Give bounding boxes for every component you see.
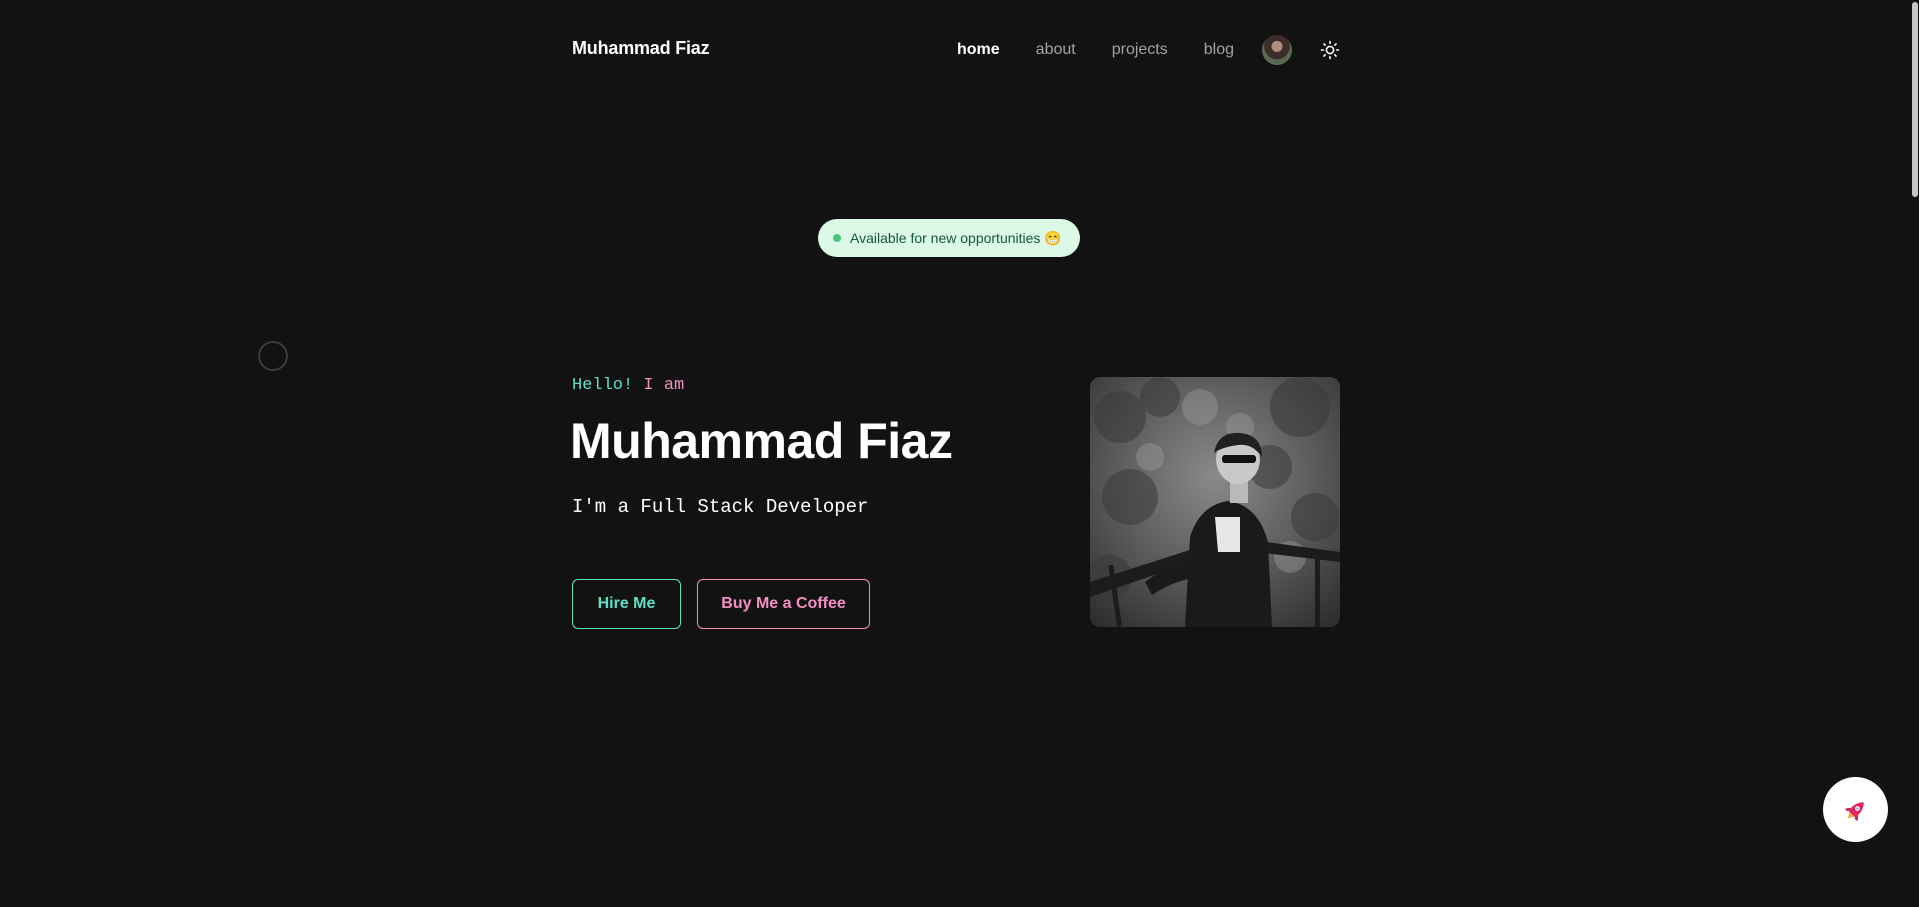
hero-role: I'm a Full Stack Developer (572, 496, 869, 518)
hero-name: Muhammad Fiaz (570, 413, 953, 469)
scroll-to-top-button[interactable] (1823, 777, 1888, 842)
profile-photo (1090, 377, 1340, 627)
page: Muhammad Fiaz home about projects blog A… (0, 0, 1919, 907)
page-scrollbar[interactable] (1911, 0, 1919, 907)
user-avatar[interactable] (1262, 35, 1292, 65)
nav-link-projects[interactable]: projects (1112, 41, 1168, 59)
greeting-i-am: I am (633, 376, 685, 395)
cursor-follower-circle (258, 341, 288, 371)
hero-greeting: Hello! I am (572, 376, 684, 395)
brand-logo[interactable]: Muhammad Fiaz (572, 38, 710, 59)
greeting-hello: Hello! (572, 376, 634, 395)
availability-text: Available for new opportunities 😁 (850, 229, 1062, 246)
rocket-icon (1844, 801, 1864, 821)
nav-links: home about projects blog (957, 30, 1340, 70)
nav-link-blog[interactable]: blog (1204, 41, 1234, 59)
nav-link-about[interactable]: about (1036, 41, 1076, 59)
status-dot-icon (833, 234, 841, 242)
hire-me-button[interactable]: Hire Me (572, 579, 681, 629)
profile-photo-illustration (1090, 377, 1340, 627)
scrollbar-thumb[interactable] (1912, 2, 1918, 197)
top-navigation: Muhammad Fiaz home about projects blog (572, 30, 1340, 70)
buy-me-a-coffee-button[interactable]: Buy Me a Coffee (697, 579, 870, 629)
theme-toggle-button[interactable] (1320, 40, 1340, 60)
availability-badge: Available for new opportunities 😁 (818, 219, 1080, 257)
sun-icon (1320, 40, 1340, 60)
nav-link-home[interactable]: home (957, 41, 1000, 59)
